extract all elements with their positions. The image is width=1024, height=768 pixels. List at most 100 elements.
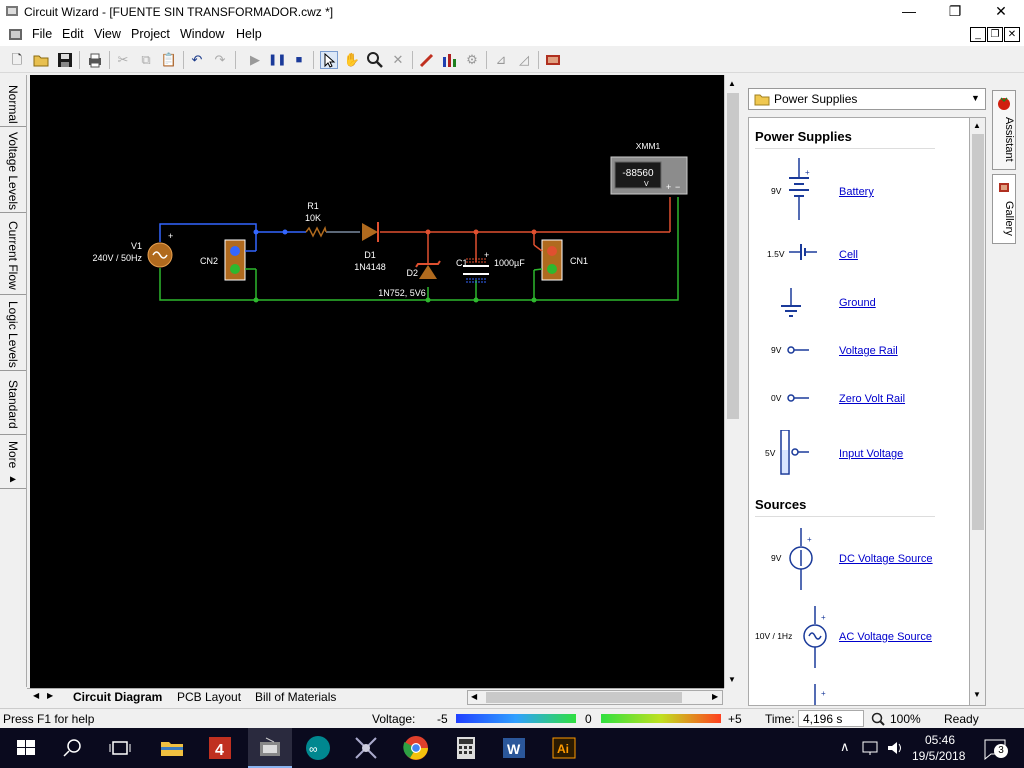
tab-current-flow[interactable]: Current Flow <box>0 217 26 295</box>
mdi-restore-button[interactable]: ❐ <box>987 27 1003 42</box>
menu-window[interactable]: Window <box>180 27 224 41</box>
tray-chevron-up-icon[interactable]: ∧ <box>840 739 850 755</box>
scroll-down-icon[interactable]: ▼ <box>728 675 736 684</box>
illustrator-icon[interactable]: Ai <box>550 734 578 762</box>
satellite-app-icon[interactable] <box>352 734 380 762</box>
voltage-rail-icon[interactable] <box>787 343 811 357</box>
cell-icon[interactable] <box>789 240 821 264</box>
paste-icon[interactable]: 📋 <box>160 51 178 69</box>
search-icon[interactable] <box>58 734 86 762</box>
zero-volt-rail-icon[interactable] <box>787 391 811 405</box>
gallery-item-ac-voltage-source[interactable]: AC Voltage Source <box>839 631 932 643</box>
windows-start-icon[interactable] <box>12 734 40 762</box>
gallery-item-ground[interactable]: Ground <box>839 297 876 309</box>
probe-icon[interactable] <box>418 51 436 69</box>
menu-view[interactable]: View <box>94 27 121 41</box>
arduino-icon[interactable]: ∞ <box>304 734 332 762</box>
canvas-vertical-scrollbar[interactable]: ▲ ▼ <box>724 75 741 688</box>
network-icon[interactable]: ⚙ <box>463 51 481 69</box>
gallery-scroll-up-icon[interactable]: ▲ <box>973 121 981 130</box>
hand-pan-icon[interactable]: ✋ <box>343 51 361 69</box>
dc-source-icon[interactable]: + <box>787 528 819 592</box>
input-voltage-icon[interactable] <box>779 430 811 476</box>
connector-cn1[interactable] <box>533 239 563 281</box>
ground-icon[interactable] <box>779 288 803 320</box>
circuit-diagram[interactable]: + V1 240V / 50Hz CN2 R1 10K D1 1N4148 D2… <box>30 75 724 688</box>
battery-icon[interactable]: + <box>783 158 815 222</box>
ac-source-v1[interactable] <box>147 242 173 268</box>
minimize-button[interactable]: — <box>886 0 932 24</box>
next-source-icon[interactable]: + <box>801 684 833 706</box>
new-file-icon[interactable]: 🗋 <box>8 51 26 69</box>
gallery-scroll-down-icon[interactable]: ▼ <box>973 690 981 699</box>
ac-source-icon[interactable]: + <box>801 606 833 670</box>
gallery-item-battery[interactable]: Battery <box>839 186 874 198</box>
calculator-icon[interactable] <box>452 734 480 762</box>
app-4-icon[interactable]: 4 <box>206 734 234 762</box>
menu-project[interactable]: Project <box>131 27 170 41</box>
volume-tray-icon[interactable] <box>886 740 904 756</box>
close-button[interactable]: ✕ <box>978 0 1024 24</box>
gallery-category-dropdown[interactable]: Power Supplies ▼ <box>748 88 986 110</box>
mdi-minimize-button[interactable]: _ <box>970 27 986 42</box>
mdi-close-button[interactable]: ✕ <box>1004 27 1020 42</box>
connector-cn2[interactable] <box>224 232 257 283</box>
menu-file[interactable]: File <box>32 27 52 41</box>
tab-voltage-levels[interactable]: Voltage Levels <box>0 131 26 213</box>
gallery-scrollbar[interactable]: ▲ ▼ <box>969 117 986 706</box>
resistor-r1[interactable] <box>305 225 327 238</box>
chevron-down-icon[interactable]: ▼ <box>971 93 980 103</box>
word-icon[interactable]: W <box>500 734 528 762</box>
stop-icon[interactable]: ■ <box>290 51 308 69</box>
tab-normal[interactable]: Normal <box>0 83 26 127</box>
play-icon[interactable]: ▶ <box>246 51 264 69</box>
diode-d1[interactable] <box>362 222 379 242</box>
gallery-item-dc-voltage-source[interactable]: DC Voltage Source <box>839 553 933 565</box>
clock-time[interactable]: 05:46 <box>925 733 955 747</box>
task-view-icon[interactable] <box>106 734 134 762</box>
menu-edit[interactable]: Edit <box>62 27 84 41</box>
print-icon[interactable] <box>86 51 104 69</box>
gallery-item-input-voltage[interactable]: Input Voltage <box>839 448 903 460</box>
gallery-item-zero-volt-rail[interactable]: Zero Volt Rail <box>839 393 905 405</box>
maximize-button[interactable]: ❐ <box>932 0 978 24</box>
hscroll-right-icon[interactable]: ▶ <box>712 692 718 701</box>
undo-icon[interactable]: ↶ <box>188 51 206 69</box>
flip-vertical-icon[interactable]: ◿ <box>515 51 533 69</box>
hscroll-thumb[interactable] <box>486 692 682 703</box>
network-tray-icon[interactable] <box>862 740 880 756</box>
menu-help[interactable]: Help <box>236 27 262 41</box>
save-icon[interactable] <box>56 51 74 69</box>
zoom-magnifier-icon[interactable] <box>366 51 384 69</box>
tab-circuit-diagram[interactable]: Circuit Diagram <box>73 690 162 704</box>
gallery-item-cell[interactable]: Cell <box>839 249 858 261</box>
open-folder-icon[interactable] <box>32 51 50 69</box>
tab-bill-of-materials[interactable]: Bill of Materials <box>255 690 336 704</box>
taskbar-active-app[interactable] <box>248 728 292 768</box>
flip-horizontal-icon[interactable]: ⊿ <box>492 51 510 69</box>
zener-d2[interactable] <box>415 260 441 279</box>
pause-icon[interactable]: ❚❚ <box>268 51 286 69</box>
scroll-up-icon[interactable]: ▲ <box>728 79 736 88</box>
pcb-icon[interactable] <box>544 51 562 69</box>
tab-more[interactable]: More ▸ <box>0 439 26 489</box>
hscroll-left-icon[interactable]: ◀ <box>471 692 477 701</box>
tab-standard[interactable]: Standard <box>0 375 26 435</box>
canvas-horizontal-scrollbar[interactable]: ◀ ▶ <box>467 690 723 705</box>
tab-logic-levels[interactable]: Logic Levels <box>0 299 26 371</box>
circuit-canvas[interactable]: + V1 240V / 50Hz CN2 R1 10K D1 1N4148 D2… <box>30 75 724 688</box>
gallery-scroll-thumb[interactable] <box>972 134 984 530</box>
scroll-thumb[interactable] <box>727 93 739 419</box>
gallery-item-voltage-rail[interactable]: Voltage Rail <box>839 345 898 357</box>
chrome-icon[interactable] <box>402 734 430 762</box>
document-icon[interactable] <box>8 28 24 42</box>
tab-pcb-layout[interactable]: PCB Layout <box>177 690 241 704</box>
tab-scroll-right-icon[interactable]: ▶ <box>47 691 53 700</box>
redo-icon[interactable]: ↷ <box>211 51 229 69</box>
select-pointer-icon[interactable] <box>320 51 338 69</box>
tab-scroll-left-icon[interactable]: ◀ <box>33 691 39 700</box>
clock-date[interactable]: 19/5/2018 <box>912 749 965 763</box>
graph-bars-icon[interactable] <box>441 51 459 69</box>
file-explorer-icon[interactable] <box>158 734 186 762</box>
cut-icon[interactable]: ✂ <box>114 51 132 69</box>
